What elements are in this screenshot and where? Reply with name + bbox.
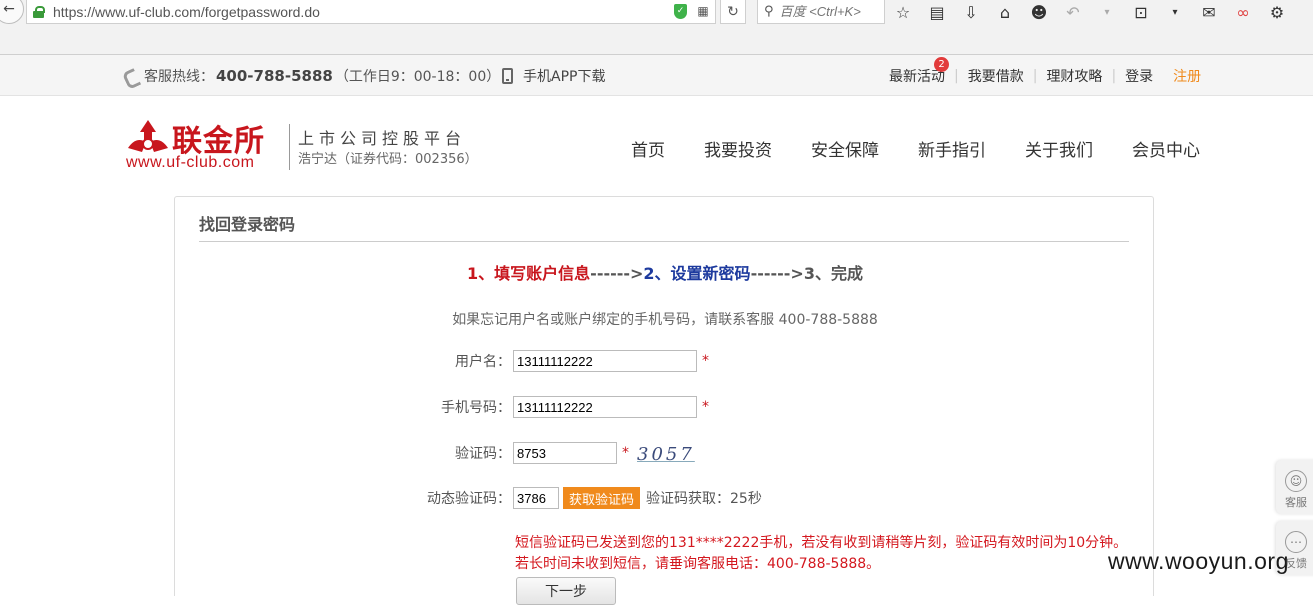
username-input[interactable] [513, 350, 697, 372]
emoji-icon[interactable]: ☻ [1029, 2, 1049, 22]
chat-icon[interactable]: ✉ [1199, 2, 1219, 22]
search-input[interactable] [779, 4, 880, 19]
username-label: 用户名： [455, 354, 511, 370]
required-mark: * [702, 353, 709, 369]
hotline-hours: （工作日9：00-18：00） [334, 69, 501, 85]
sms-sent-message: 短信验证码已发送到您的131****2222手机，若没有收到请稍等片刻，验证码有… [515, 535, 1128, 551]
top-utility-bar: 客服热线： 400-788-5888 （工作日9：00-18：00） 手机APP… [0, 55, 1313, 96]
service-hotline: 客服热线： 400-788-5888 （工作日9：00-18：00） [124, 66, 500, 86]
next-step-button[interactable]: 下一步 [516, 577, 616, 605]
link-borrow[interactable]: 我要借款 [968, 66, 1024, 86]
phone-input[interactable] [513, 396, 697, 418]
tagline: 上市公司控股平台 [298, 129, 467, 148]
sms-countdown: 验证码获取：25秒 [646, 491, 762, 507]
link-latest-activity[interactable]: 最新活动 2 [889, 57, 949, 86]
shield-icon[interactable]: ✓ [674, 3, 687, 19]
reload-icon: ↻ [727, 3, 739, 20]
page-title: 找回登录密码 [199, 215, 296, 234]
search-icon: ⚲ [764, 4, 774, 19]
nav-member-center[interactable]: 会员中心 [1132, 136, 1200, 161]
captcha-input[interactable] [513, 442, 617, 464]
hotline-number: 400-788-5888 [216, 67, 333, 85]
logo-mark-icon [128, 120, 168, 152]
bookmark-star-icon[interactable]: ☆ [893, 2, 913, 22]
step-arrow: ------> [590, 264, 644, 283]
title-divider [199, 241, 1129, 242]
home-icon[interactable]: ⌂ [995, 2, 1015, 22]
reading-list-icon[interactable]: ▤ [927, 2, 947, 22]
captcha-row: 验证码： * 3057 [393, 442, 695, 465]
step-3: 3、完成 [803, 264, 863, 283]
undo-icon[interactable]: ↶ [1063, 2, 1083, 22]
logo-divider [289, 124, 290, 170]
nav-invest[interactable]: 我要投资 [704, 136, 772, 161]
site-header: 联金所 www.uf-club.com 上市公司控股平台 浩宁达（证券代码：00… [0, 96, 1313, 196]
logo-domain: www.uf-club.com [126, 154, 255, 171]
step-1: 1、填写账户信息 [467, 264, 591, 283]
side-customer-service[interactable]: ☺ 客服 [1276, 460, 1313, 514]
url-text[interactable]: https://www.uf-club.com/forgetpassword.d… [53, 4, 320, 20]
sms-code-input[interactable] [513, 487, 559, 509]
required-mark: * [622, 445, 629, 461]
site-logo[interactable]: 联金所 www.uf-club.com [126, 116, 286, 172]
sms-code-row: 动态验证码： 获取验证码 验证码获取：25秒 [393, 487, 762, 509]
mobile-phone-icon [502, 68, 513, 84]
username-row: 用户名： * [393, 350, 709, 372]
step-arrow: ------> [750, 264, 804, 283]
reload-button[interactable]: ↻ [720, 0, 746, 24]
get-sms-code-button[interactable]: 获取验证码 [563, 487, 641, 509]
phone-icon [124, 69, 138, 83]
nav-about-us[interactable]: 关于我们 [1025, 136, 1093, 161]
captcha-image[interactable]: 3057 [637, 444, 695, 465]
address-bar[interactable]: https://www.uf-club.com/forgetpassword.d… [26, 0, 716, 24]
customer-service-icon: ☺ [1285, 470, 1307, 492]
back-arrow-icon: ← [3, 1, 15, 17]
phone-row: 手机号码： * [393, 396, 709, 418]
dropdown-icon[interactable]: ▾ [1165, 2, 1185, 22]
link-login[interactable]: 登录 [1125, 66, 1153, 86]
side-service-label: 客服 [1285, 496, 1307, 509]
forgot-password-panel: 找回登录密码 1、填写账户信息------>2、设置新密码------>3、完成… [174, 196, 1155, 605]
search-bar[interactable]: ⚲ [757, 0, 885, 24]
notification-badge: 2 [934, 57, 949, 72]
required-mark: * [702, 399, 709, 415]
crop-icon[interactable]: ⊡ [1131, 2, 1151, 22]
progress-steps: 1、填写账户信息------>2、设置新密码------>3、完成 [175, 260, 1155, 284]
step-2: 2、设置新密码 [643, 264, 751, 283]
contact-hint: 如果忘记用户名或账户绑定的手机号码，请联系客服 400-788-5888 [452, 312, 878, 328]
stock-code: 浩宁达（证券代码：002356） [298, 152, 478, 167]
bug-icon[interactable]: ⚙ [1267, 2, 1287, 22]
nav-security[interactable]: 安全保障 [811, 136, 879, 161]
phone-label: 手机号码： [441, 400, 511, 416]
captcha-label: 验证码： [455, 446, 511, 462]
divider: | [1111, 68, 1117, 84]
sms-help-message: 若长时间未收到短信，请垂询客服电话：400-788-5888。 [515, 556, 881, 572]
link-finance-guide[interactable]: 理财攻略 [1046, 66, 1102, 86]
qr-code-icon[interactable]: ▦ [695, 3, 711, 19]
lock-icon [33, 5, 45, 18]
watermark: www.wooyun.org [1108, 548, 1289, 574]
extension-icon[interactable]: ∞ [1233, 2, 1253, 22]
browser-toolbar: ← https://www.uf-club.com/forgetpassword… [0, 0, 1313, 55]
nav-beginner-guide[interactable]: 新手指引 [918, 136, 986, 161]
hotline-label: 客服热线： [144, 69, 214, 85]
divider: | [954, 68, 959, 84]
download-icon[interactable]: ⇩ [961, 2, 981, 22]
link-register[interactable]: 注册 [1173, 66, 1201, 86]
main-nav: 首页 我要投资 安全保障 新手指引 关于我们 会员中心 [631, 136, 1239, 161]
back-button[interactable]: ← [0, 0, 24, 24]
top-links: 最新活动 2 | 我要借款 | 理财攻略 | 登录 注册 [889, 57, 1201, 86]
nav-home[interactable]: 首页 [631, 136, 665, 161]
app-download-link[interactable]: 手机APP下载 [502, 66, 605, 86]
divider: | [1032, 68, 1038, 84]
dropdown-icon[interactable]: ▾ [1097, 2, 1117, 22]
sms-code-label: 动态验证码： [427, 491, 511, 507]
